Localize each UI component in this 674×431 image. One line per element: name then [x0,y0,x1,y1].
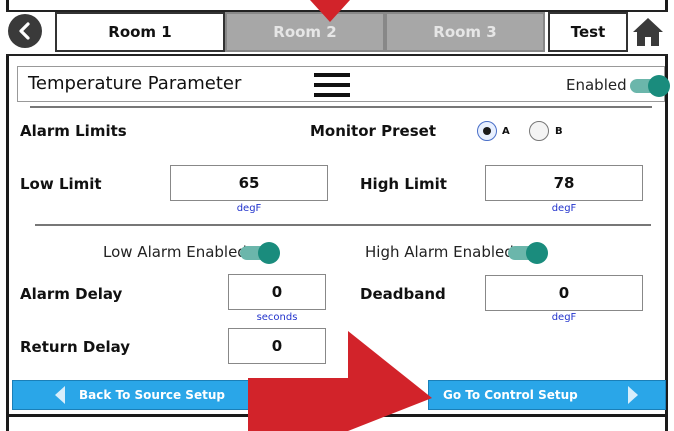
annotation-arrow-down-icon [310,0,350,22]
annotation-overlay [248,0,432,431]
annotation-arrow-right-icon [248,331,432,431]
